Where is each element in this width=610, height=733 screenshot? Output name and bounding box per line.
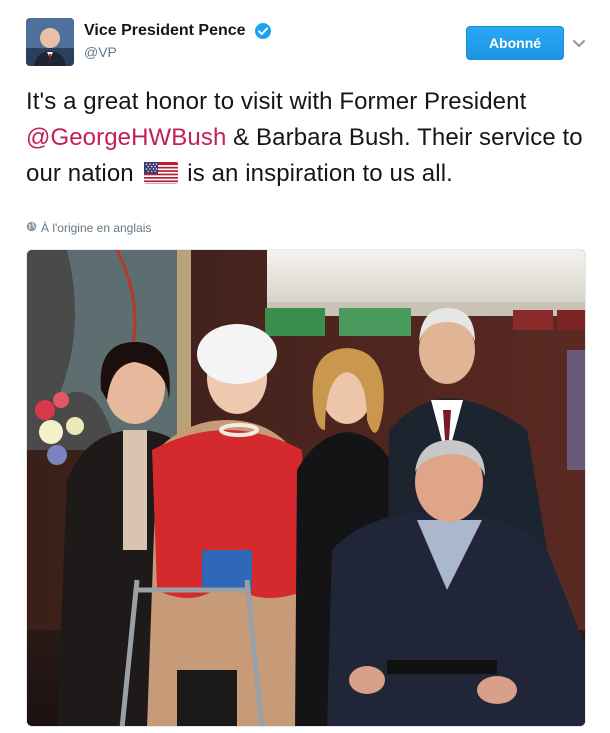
globe-icon [26,221,37,235]
avatar[interactable] [26,18,74,66]
following-button[interactable]: Abonné [466,26,564,60]
tweet-text-part: It's a great honor to visit with Former … [26,88,527,115]
chevron-down-icon[interactable] [569,33,589,53]
author-names: Vice President Pence @VP [84,22,272,60]
handle[interactable]: @VP [84,44,272,60]
translation-note: À l'origine en anglais [26,221,151,235]
display-name[interactable]: Vice President Pence [84,22,246,40]
tweet-text: It's a great honor to visit with Former … [26,84,586,195]
verified-badge-icon [254,22,272,40]
mention-link[interactable]: @GeorgeHWBush [26,124,226,151]
us-flag-icon [143,159,178,195]
translation-label[interactable]: À l'origine en anglais [41,221,151,235]
tweet-header: Vice President Pence @VP Abonné [26,18,590,70]
tweet-text-part: is an inspiration to us all. [180,160,453,187]
tweet-photo[interactable] [26,249,586,727]
